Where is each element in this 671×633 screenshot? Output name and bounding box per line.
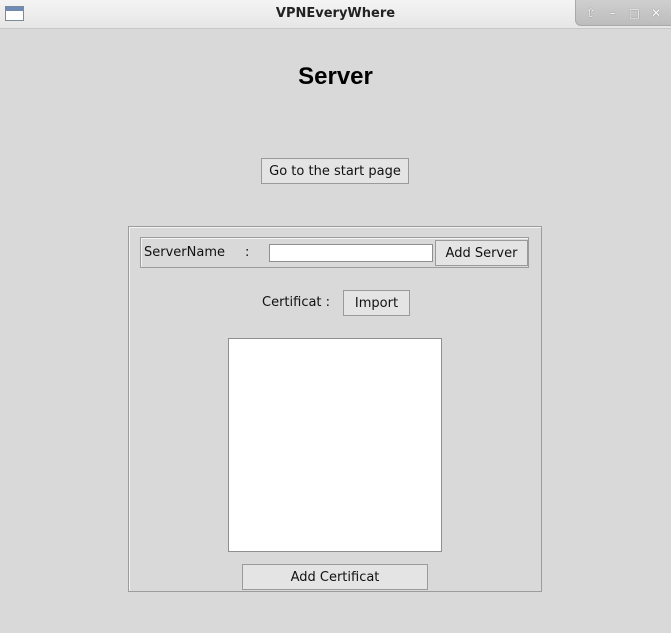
import-button[interactable]: Import xyxy=(343,290,410,316)
add-server-button[interactable]: Add Server xyxy=(435,240,528,266)
window-controls: ⇧ – □ ✕ xyxy=(575,0,671,26)
go-to-start-page-button[interactable]: Go to the start page xyxy=(261,158,409,184)
server-name-input[interactable] xyxy=(269,244,433,262)
window-title: VPNEveryWhere xyxy=(275,6,396,21)
server-name-colon: : xyxy=(245,245,250,260)
minimize-icon[interactable]: – xyxy=(605,5,621,21)
restore-up-icon[interactable]: ⇧ xyxy=(583,5,599,21)
maximize-icon[interactable]: □ xyxy=(626,5,642,21)
close-icon[interactable]: ✕ xyxy=(648,5,664,21)
title-bar: VPNEveryWhere ⇧ – □ ✕ xyxy=(0,0,671,29)
add-certificate-button[interactable]: Add Certificat xyxy=(242,564,428,590)
page-title: Server xyxy=(298,63,373,90)
certificate-list[interactable] xyxy=(228,338,442,552)
server-name-label: ServerName xyxy=(144,245,225,260)
certificate-label: Certificat : xyxy=(262,295,331,310)
